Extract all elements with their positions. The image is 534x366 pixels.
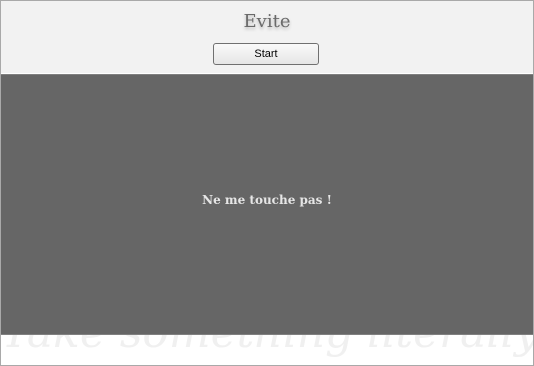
page-title: Evite — [243, 11, 291, 32]
play-area[interactable]: Ne me touche pas ! — [1, 74, 533, 335]
app-frame: Take something literally Evite Start Ne … — [0, 0, 534, 366]
play-area-message: Ne me touche pas ! — [202, 193, 332, 207]
header: Evite Start — [1, 1, 533, 73]
start-button[interactable]: Start — [213, 43, 319, 65]
